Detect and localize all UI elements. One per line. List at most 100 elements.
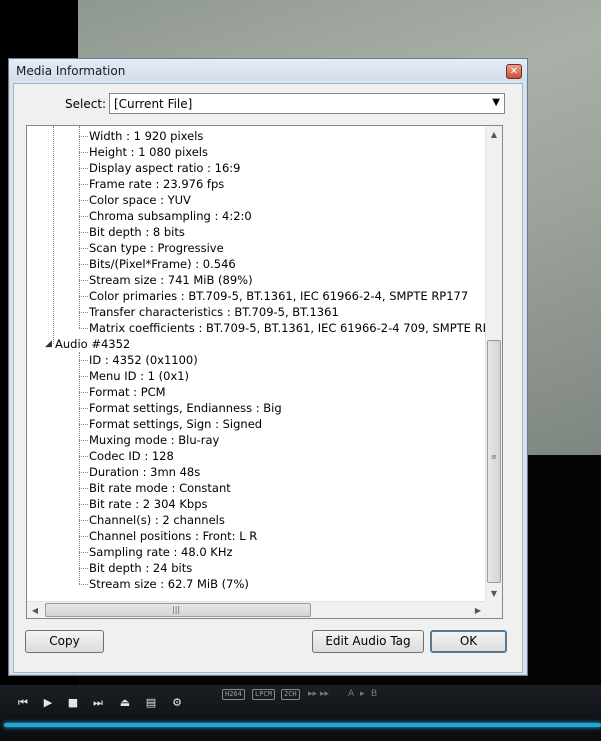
tree-item-label: Bit depth : 24 bits	[89, 561, 193, 575]
codec-badge: 2CH	[281, 689, 300, 700]
tree-connector	[79, 424, 88, 425]
codec-badge: LPCM	[252, 689, 275, 700]
ab-repeat-arrow-icon: ▸	[360, 689, 365, 699]
frame-step-icon[interactable]: ▸▸ ▸▸	[308, 689, 329, 699]
scroll-up-icon[interactable]: ▲	[486, 126, 502, 143]
tree-connector	[79, 248, 88, 249]
playlist-icon[interactable]: ▤	[142, 695, 160, 711]
close-icon: ✕	[509, 66, 519, 77]
scroll-right-icon[interactable]: ▶	[470, 602, 486, 618]
tree-connector	[79, 200, 88, 201]
next-icon[interactable]: ⏭	[89, 695, 107, 711]
tree-item-label: Color primaries : BT.709-5, BT.1361, IEC…	[89, 289, 469, 303]
tree-item-label: Matrix coefficients : BT.709-5, BT.1361,…	[89, 321, 487, 335]
edit-audio-tag-button[interactable]: Edit Audio Tag	[312, 630, 424, 653]
tree-item-label: Width : 1 920 pixels	[89, 129, 204, 143]
stop-icon[interactable]: ■	[64, 695, 82, 711]
scrollbar-corner	[485, 601, 502, 618]
horizontal-scroll-thumb[interactable]: |||	[45, 603, 311, 617]
tree-item-label: Bits/(Pixel*Frame) : 0.546	[89, 257, 236, 271]
tree-item-label: Bit rate mode : Constant	[89, 481, 231, 495]
close-button[interactable]: ✕	[506, 64, 522, 79]
tree-guide-line	[79, 126, 80, 328]
tree-item-label: Channel(s) : 2 channels	[89, 513, 225, 527]
tree-connector	[79, 552, 88, 553]
tree-connector	[79, 360, 88, 361]
tree-item-label: Format settings, Sign : Signed	[89, 417, 263, 431]
player-control-bar: ⏮ ▶ ■ ⏭ ⏏ ▤ ⚙ H264 LPCM 2CH ▸▸ ▸▸ A ▸ B	[0, 685, 601, 741]
tree-item-label: Height : 1 080 pixels	[89, 145, 208, 159]
tree-item-label: ID : 4352 (0x1100)	[89, 353, 198, 367]
tree-item-label: Display aspect ratio : 16:9	[89, 161, 241, 175]
tree-content: Width : 1 920 pixels Height : 1 080 pixel…	[27, 126, 487, 602]
tree-item-label: Transfer characteristics : BT.709-5, BT.…	[89, 305, 339, 319]
tree-item-label: Format settings, Endianness : Big	[89, 401, 282, 415]
tree-item-label: Sampling rate : 48.0 KHz	[89, 545, 233, 559]
grip-icon: ≡	[491, 453, 497, 461]
tree-item-label: Duration : 3mn 48s	[89, 465, 201, 479]
scroll-left-icon[interactable]: ◀	[27, 602, 43, 618]
media-information-dialog: Media Information ✕ Select: [Current Fil…	[8, 58, 528, 676]
dialog-client: Select: [Current File] ▼ Width : 1 920 p…	[13, 83, 523, 673]
ab-repeat-a[interactable]: A	[348, 689, 354, 699]
tree-guide-line	[53, 126, 54, 344]
copy-button[interactable]: Copy	[25, 630, 104, 653]
previous-icon[interactable]: ⏮	[14, 695, 32, 711]
tree-connector	[79, 536, 88, 537]
dialog-title: Media Information	[16, 64, 126, 78]
vertical-scrollbar[interactable]: ▲ ≡ ▼	[485, 126, 502, 602]
tree-connector	[79, 328, 88, 329]
tree-connector	[79, 456, 88, 457]
tree-connector	[79, 136, 88, 137]
tree-item-label: Bit rate : 2 304 Kbps	[89, 497, 208, 511]
tree-connector	[79, 472, 88, 473]
vertical-scroll-thumb[interactable]: ≡	[487, 340, 501, 583]
scroll-down-icon[interactable]: ▼	[486, 585, 502, 602]
tree-connector	[79, 504, 88, 505]
expanded-triangle-icon[interactable]: ◢	[45, 336, 52, 352]
seek-progress-bar[interactable]	[4, 723, 601, 727]
tree-node-label: Audio #4352	[55, 337, 131, 351]
grip-icon: |||	[172, 605, 181, 614]
select-label: Select:	[65, 97, 107, 111]
settings-icon[interactable]: ⚙	[168, 695, 186, 711]
tree-connector	[79, 152, 88, 153]
tree-connector	[79, 440, 88, 441]
tree-connector	[79, 376, 88, 377]
tree-connector	[79, 408, 88, 409]
play-icon[interactable]: ▶	[39, 695, 57, 711]
media-info-tree[interactable]: Width : 1 920 pixels Height : 1 080 pixel…	[26, 125, 503, 619]
file-select-dropdown[interactable]: [Current File] ▼	[109, 93, 505, 114]
tree-connector	[79, 568, 88, 569]
tree-item-label: Bit depth : 8 bits	[89, 225, 185, 239]
tree-connector	[79, 584, 88, 585]
tree-item-label: Frame rate : 23.976 fps	[89, 177, 225, 191]
tree-guide-line	[79, 352, 80, 584]
ok-button[interactable]: OK	[430, 630, 507, 653]
tree-item-label: Channel positions : Front: L R	[89, 529, 258, 543]
tree-connector	[79, 312, 88, 313]
tree-item-label: Format : PCM	[89, 385, 166, 399]
select-value: [Current File]	[114, 97, 193, 111]
tree-item-label: Chroma subsampling : 4:2:0	[89, 209, 252, 223]
tree-item-label: Scan type : Progressive	[89, 241, 224, 255]
eject-icon[interactable]: ⏏	[116, 695, 134, 711]
tree-connector	[79, 488, 88, 489]
tree-connector	[79, 280, 88, 281]
tree-connector	[79, 168, 88, 169]
tree-connector	[79, 232, 88, 233]
ab-repeat-b[interactable]: B	[371, 689, 377, 699]
tree-connector	[79, 392, 88, 393]
horizontal-scrollbar[interactable]: ◀ ||| ▶	[27, 601, 487, 618]
tree-connector	[79, 520, 88, 521]
tree-item-label: Stream size : 741 MiB (89%)	[89, 273, 253, 287]
codec-badge: H264	[222, 689, 245, 700]
tree-connector	[79, 296, 88, 297]
tree-connector	[79, 264, 88, 265]
tree-item-label: Codec ID : 128	[89, 449, 174, 463]
tree-connector	[79, 184, 88, 185]
tree-item-label: Muxing mode : Blu-ray	[89, 433, 220, 447]
tree-item-label: Color space : YUV	[89, 193, 191, 207]
chevron-down-icon: ▼	[492, 97, 500, 108]
dialog-titlebar[interactable]: Media Information ✕	[9, 59, 527, 81]
